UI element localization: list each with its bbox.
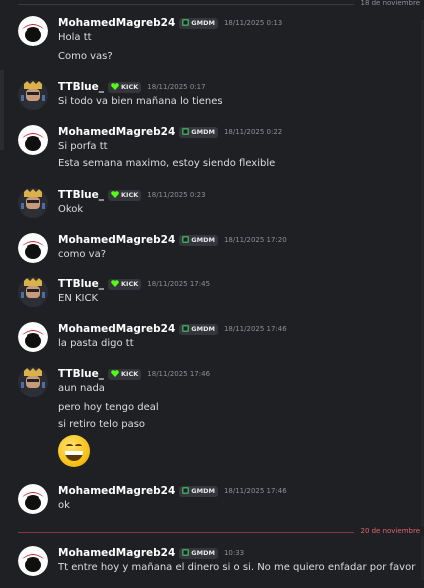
tag-label: KICK <box>121 280 139 288</box>
avatar-mohamed[interactable] <box>18 322 48 352</box>
server-tag[interactable]: KICK <box>108 81 142 93</box>
timestamp: 18/11/2025 17:46 <box>147 370 211 378</box>
gmdm-icon <box>182 18 190 28</box>
message-text: Si todo va bien mañana lo tienes <box>58 96 223 107</box>
username[interactable]: TTBlue_ <box>58 81 104 93</box>
message-text: Como vas? <box>58 51 113 62</box>
ttblue-avatar-icon <box>18 367 48 397</box>
username[interactable]: TTBlue_ <box>58 278 104 290</box>
avatar-mohamed[interactable] <box>18 233 48 263</box>
tag-label: KICK <box>121 83 139 91</box>
heart-icon <box>111 82 119 92</box>
grinning-face-emoji-icon <box>58 435 90 467</box>
mohamed-avatar-icon <box>18 546 48 576</box>
username[interactable]: TTBlue_ <box>58 368 104 380</box>
message-text: ok <box>58 500 70 511</box>
tag-label: GMDM <box>191 325 215 333</box>
heart-icon <box>111 279 119 289</box>
username[interactable]: MohamedMagreb24 <box>58 485 175 497</box>
avatar-mohamed[interactable] <box>18 16 48 46</box>
timestamp: 18/11/2025 17:46 <box>223 487 287 495</box>
avatar-mohamed[interactable] <box>18 125 48 155</box>
tag-label: GMDM <box>191 487 215 495</box>
tag-label: KICK <box>121 370 139 378</box>
message-text: la pasta digo tt <box>58 338 134 349</box>
server-tag[interactable]: GMDM <box>179 323 218 335</box>
ttblue-avatar-icon <box>18 188 48 218</box>
heart-icon <box>111 190 119 200</box>
timestamp: 18/11/2025 17:46 <box>223 325 287 333</box>
message-text: Esta semana maximo, estoy siendo flexibl… <box>58 158 276 169</box>
server-tag[interactable]: GMDM <box>179 485 218 497</box>
timestamp: 18/11/2025 0:17 <box>147 83 206 91</box>
tag-label: GMDM <box>191 236 215 244</box>
timestamp: 10:33 <box>223 549 245 557</box>
username[interactable]: TTBlue_ <box>58 189 104 201</box>
message-text: aun nada <box>58 383 105 394</box>
gmdm-icon <box>182 548 190 558</box>
heart-icon <box>111 369 119 379</box>
timestamp: 18/11/2025 0:13 <box>223 19 283 27</box>
message-text: pero hoy tengo deal <box>58 402 159 413</box>
timestamp: 18/11/2025 0:22 <box>223 128 283 136</box>
username[interactable]: MohamedMagreb24 <box>58 17 175 29</box>
server-tag[interactable]: GMDM <box>179 547 218 559</box>
ttblue-avatar-icon <box>18 80 48 110</box>
avatar-mohamed[interactable] <box>18 484 48 514</box>
mohamed-avatar-icon <box>18 125 48 155</box>
server-tag[interactable]: KICK <box>108 368 142 380</box>
date-divider-label: 18 de noviembre <box>354 0 424 8</box>
tag-label: GMDM <box>191 19 215 27</box>
new-messages-divider-label: 20 de noviembre <box>354 527 424 536</box>
avatar-mohamed[interactable] <box>18 546 48 576</box>
message-text: como va? <box>58 249 107 260</box>
username[interactable]: MohamedMagreb24 <box>58 126 175 138</box>
username[interactable]: MohamedMagreb24 <box>58 547 175 559</box>
gmdm-icon <box>182 324 190 334</box>
gmdm-icon <box>182 127 190 137</box>
avatar-ttblue[interactable] <box>18 277 48 307</box>
server-tag[interactable]: GMDM <box>179 17 218 29</box>
message-text: Tt entre hoy y mañana el dinero si o si.… <box>58 562 416 573</box>
server-tag[interactable]: KICK <box>108 189 142 201</box>
timestamp: 18/11/2025 0:23 <box>147 191 206 199</box>
tag-label: KICK <box>121 191 139 199</box>
timestamp: 18/11/2025 17:45 <box>147 280 211 288</box>
timestamp: 18/11/2025 17:20 <box>223 236 287 244</box>
server-tag[interactable]: GMDM <box>179 234 218 246</box>
mohamed-avatar-icon <box>18 484 48 514</box>
gmdm-icon <box>182 235 190 245</box>
avatar-ttblue[interactable] <box>18 367 48 397</box>
server-tag[interactable]: GMDM <box>179 126 218 138</box>
server-tag[interactable]: KICK <box>108 278 142 290</box>
username[interactable]: MohamedMagreb24 <box>58 323 175 335</box>
mohamed-avatar-icon <box>18 322 48 352</box>
message-text: Si porfa tt <box>58 141 108 152</box>
ttblue-avatar-icon <box>18 277 48 307</box>
side-panel-edge <box>0 70 4 150</box>
tag-label: GMDM <box>191 128 215 136</box>
message-text: si retiro telo paso <box>58 419 146 430</box>
mohamed-avatar-icon <box>18 233 48 263</box>
avatar-ttblue[interactable] <box>18 188 48 218</box>
tag-label: GMDM <box>191 549 215 557</box>
message-text: EN KICK <box>58 293 99 304</box>
message-text: Okok <box>58 204 84 215</box>
mohamed-avatar-icon <box>18 16 48 46</box>
gmdm-icon <box>182 486 190 496</box>
username[interactable]: MohamedMagreb24 <box>58 234 175 246</box>
message-text: Hola tt <box>58 32 92 43</box>
avatar-ttblue[interactable] <box>18 80 48 110</box>
